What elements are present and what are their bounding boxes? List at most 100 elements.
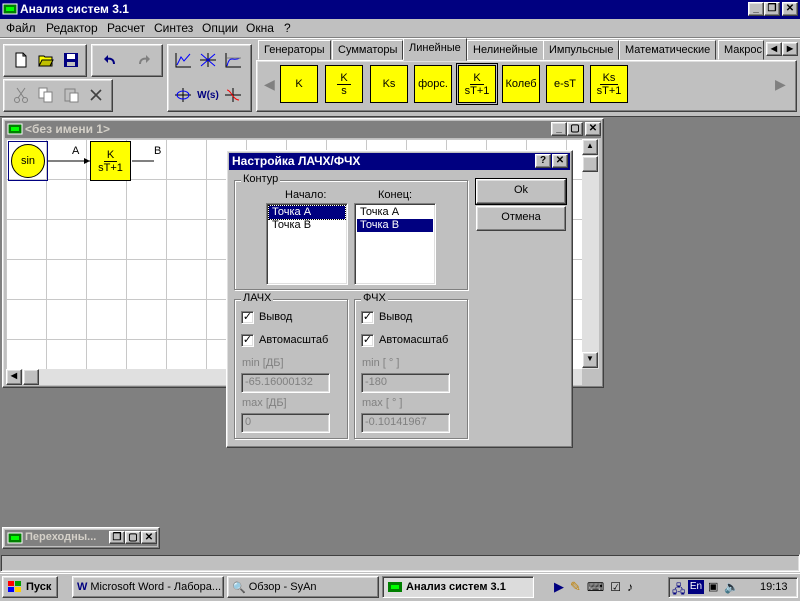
open-folder-icon[interactable] (34, 49, 58, 71)
scroll-up-button[interactable]: ▲ (582, 139, 598, 155)
dialog-titlebar[interactable]: Настройка ЛАЧХ/ФЧХ ? ✕ (229, 153, 570, 170)
document-minimize-button[interactable]: _ (551, 122, 567, 136)
tab-linear[interactable]: Линейные (403, 38, 467, 61)
tab-macros[interactable]: Макрос (718, 40, 764, 60)
start-item-b[interactable]: Точка В (269, 219, 345, 232)
tab-scroll-right-button[interactable]: ▶ (782, 42, 798, 56)
tab-impulse[interactable]: Импульсные (543, 40, 620, 60)
tf-block[interactable]: K sT+1 (90, 141, 131, 181)
step-response-icon[interactable] (221, 49, 245, 71)
menu-windows[interactable]: Окна (246, 21, 274, 35)
minimized-close-button[interactable]: ✕ (141, 531, 157, 544)
document-close-button[interactable]: ✕ (585, 122, 601, 136)
fchx-max-field[interactable]: -0.10141967 (361, 413, 450, 433)
start-listbox[interactable]: Точка А Точка В (266, 203, 348, 285)
media-player-icon[interactable]: ▶ (554, 579, 564, 595)
task-syan[interactable]: Анализ систем 3.1 (382, 576, 534, 598)
speaker-icon[interactable]: 🔈 (724, 580, 739, 594)
cut-icon[interactable] (9, 84, 33, 106)
tab-generators[interactable]: Генераторы (258, 40, 331, 60)
document-titlebar[interactable]: <без имени 1> _ ▢ ✕ (5, 121, 601, 138)
copy-icon[interactable] (34, 84, 58, 106)
minimized-restore-button[interactable]: ❐ (109, 531, 125, 544)
menu-help[interactable]: ? (284, 21, 291, 35)
music-icon[interactable]: ♪ (627, 580, 633, 594)
cancel-button[interactable]: Отмена (476, 206, 566, 231)
save-disk-icon[interactable] (59, 49, 83, 71)
hscroll-thumb[interactable] (23, 369, 39, 385)
lachx-max-field[interactable]: 0 (241, 413, 330, 433)
undo-icon[interactable] (98, 49, 122, 71)
delete-icon[interactable] (84, 84, 108, 106)
menu-synthesis[interactable]: Синтез (154, 21, 193, 35)
nyquist-icon[interactable] (171, 84, 195, 106)
palette-block-real-diff[interactable]: Ks sT+1 (590, 65, 628, 103)
palette-block-forcing[interactable]: форс. (414, 65, 452, 103)
lachx-auto-checkbox[interactable]: ✓ (241, 334, 254, 347)
fchx-min-field[interactable]: -180 (361, 373, 450, 393)
pencil-icon[interactable]: ✎ (570, 579, 581, 595)
tab-math[interactable]: Математические (619, 40, 717, 60)
start-item-a[interactable]: Точка А (268, 205, 346, 220)
menu-options[interactable]: Опции (202, 21, 238, 35)
diagram-vertical-scrollbar[interactable]: ▲ ▼ (582, 139, 599, 369)
minimized-window-titlebar[interactable]: Переходны... ❐ ▢ ✕ (5, 530, 157, 546)
block-label: e-sT (554, 78, 576, 90)
palette-block-gain[interactable]: K (280, 65, 318, 103)
paste-icon[interactable] (59, 84, 83, 106)
fchx-output-checkbox[interactable]: ✓ (361, 311, 374, 324)
minimize-button[interactable]: _ (748, 2, 764, 16)
palette-block-oscillating[interactable]: Колеб (502, 65, 540, 103)
dialog-help-button[interactable]: ? (535, 154, 551, 168)
document-maximize-button[interactable]: ▢ (567, 122, 583, 136)
palette-block-aperiodic[interactable]: K sT+1 (456, 63, 498, 105)
end-item-b[interactable]: Точка В (357, 219, 433, 232)
start-button[interactable]: Пуск (2, 576, 58, 598)
menu-calc[interactable]: Расчет (107, 21, 145, 35)
sin-block[interactable]: sin (8, 141, 48, 181)
ok-button[interactable]: Ok (475, 178, 567, 205)
frequency-response-icon[interactable] (171, 49, 195, 71)
menu-file[interactable]: Файл (6, 21, 36, 35)
word-icon: W (77, 581, 88, 593)
end-item-a[interactable]: Точка А (357, 206, 433, 219)
palette-block-delay[interactable]: e-sT (546, 65, 584, 103)
lachx-output-checkbox[interactable]: ✓ (241, 311, 254, 324)
app-titlebar[interactable]: Анализ систем 3.1 _ ❐ ✕ (0, 0, 800, 19)
check-icon[interactable]: ☑ (610, 580, 621, 594)
menu-editor[interactable]: Редактор (46, 21, 98, 35)
close-button[interactable]: ✕ (782, 2, 798, 16)
language-indicator[interactable]: En (688, 580, 704, 594)
display-icon[interactable]: ▣ (708, 580, 718, 593)
tab-scroll-left-button[interactable]: ◀ (766, 42, 782, 56)
lachx-min-field[interactable]: -65.16000132 (241, 373, 330, 393)
palette-block-differentiator[interactable]: Ks (370, 65, 408, 103)
scroll-down-button[interactable]: ▼ (582, 352, 598, 368)
restore-button[interactable]: ❐ (764, 2, 780, 16)
scroll-left-button[interactable]: ◀ (6, 369, 22, 385)
end-listbox[interactable]: Точка А Точка В (354, 203, 436, 285)
root-locus-icon[interactable] (196, 49, 220, 71)
fchx-auto-checkbox[interactable]: ✓ (361, 334, 374, 347)
network-icon[interactable]: 🖧 (672, 580, 685, 601)
scroll-thumb[interactable] (582, 156, 598, 172)
block-label: K (295, 78, 303, 90)
palette-block-integrator[interactable]: K s (325, 65, 363, 103)
new-file-icon[interactable] (9, 49, 33, 71)
redo-icon[interactable] (132, 49, 156, 71)
lachx-min-label: min [ДБ] (242, 357, 284, 369)
palette-nav-right-icon[interactable]: ▶ (775, 76, 786, 93)
block-numerator: K (470, 72, 484, 85)
tab-summators[interactable]: Сумматоры (332, 40, 404, 60)
tab-nonlinear[interactable]: Нелинейные (467, 40, 544, 60)
task-word[interactable]: W Microsoft Word - Лабора... (72, 576, 224, 598)
task-explorer-label: Обзор - SyAn (248, 581, 317, 593)
task-explorer[interactable]: 🔍 Обзор - SyAn (227, 576, 379, 598)
app-title: Анализ систем 3.1 (20, 2, 129, 16)
bode-icon[interactable] (221, 84, 245, 106)
palette-nav-left-icon[interactable]: ◀ (264, 76, 275, 93)
dialog-close-button[interactable]: ✕ (552, 154, 568, 168)
wsz-icon[interactable]: W(s) (196, 84, 220, 106)
keyboard-icon[interactable]: ⌨ (587, 580, 604, 594)
minimized-maximize-button[interactable]: ▢ (125, 531, 141, 544)
